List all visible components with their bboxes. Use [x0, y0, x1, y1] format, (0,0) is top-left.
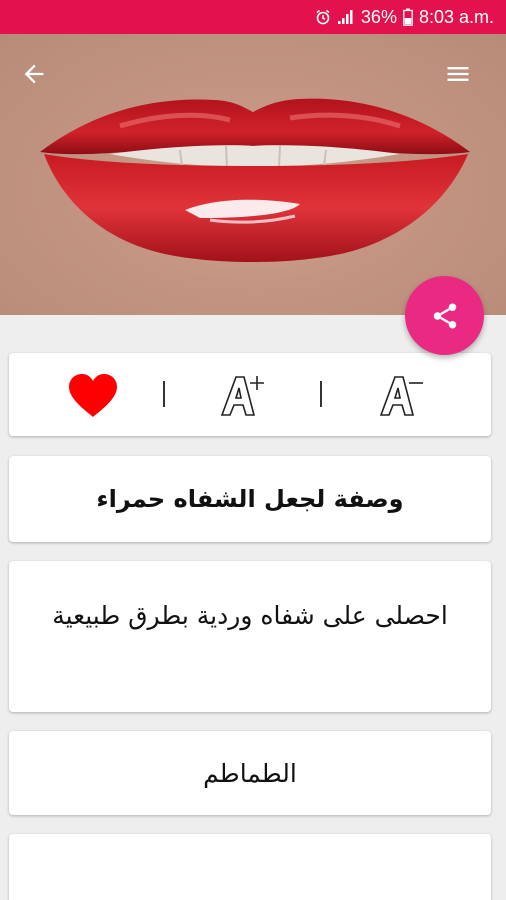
share-icon [433, 303, 456, 328]
battery-percent: 36% [360, 6, 397, 27]
article-title: وصفة لجعل الشفاه حمراء [96, 485, 404, 513]
menu-button[interactable] [436, 52, 480, 96]
hamburger-menu-icon [447, 67, 469, 81]
signal-icon [337, 9, 355, 25]
back-button[interactable] [12, 52, 56, 96]
article-item-card: الطماطم [9, 731, 491, 815]
article-item: الطماطم [203, 758, 297, 788]
status-bar: 36% 8:03 a.m. [0, 0, 506, 34]
actions-card [9, 353, 491, 436]
font-increase-icon [220, 376, 264, 416]
favorite-button[interactable] [67, 373, 119, 419]
font-decrease-icon [379, 376, 423, 416]
share-button[interactable] [405, 276, 484, 355]
divider [163, 381, 165, 407]
divider [320, 381, 322, 407]
font-increase-button[interactable] [218, 369, 266, 419]
alarm-icon [315, 9, 331, 25]
article-subtitle-card: احصلى على شفاه وردية بطرق طبيعية [9, 561, 491, 712]
status-time: 8:03 a.m. [418, 6, 494, 27]
article-title-card: وصفة لجعل الشفاه حمراء [9, 456, 491, 542]
content-card [9, 834, 491, 900]
arrow-left-icon [24, 64, 44, 84]
hero-image-lips [0, 34, 506, 315]
font-decrease-button[interactable] [377, 369, 425, 419]
heart-icon [69, 374, 117, 417]
article-subtitle: احصلى على شفاه وردية بطرق طبيعية [52, 601, 448, 630]
battery-icon [403, 8, 413, 26]
